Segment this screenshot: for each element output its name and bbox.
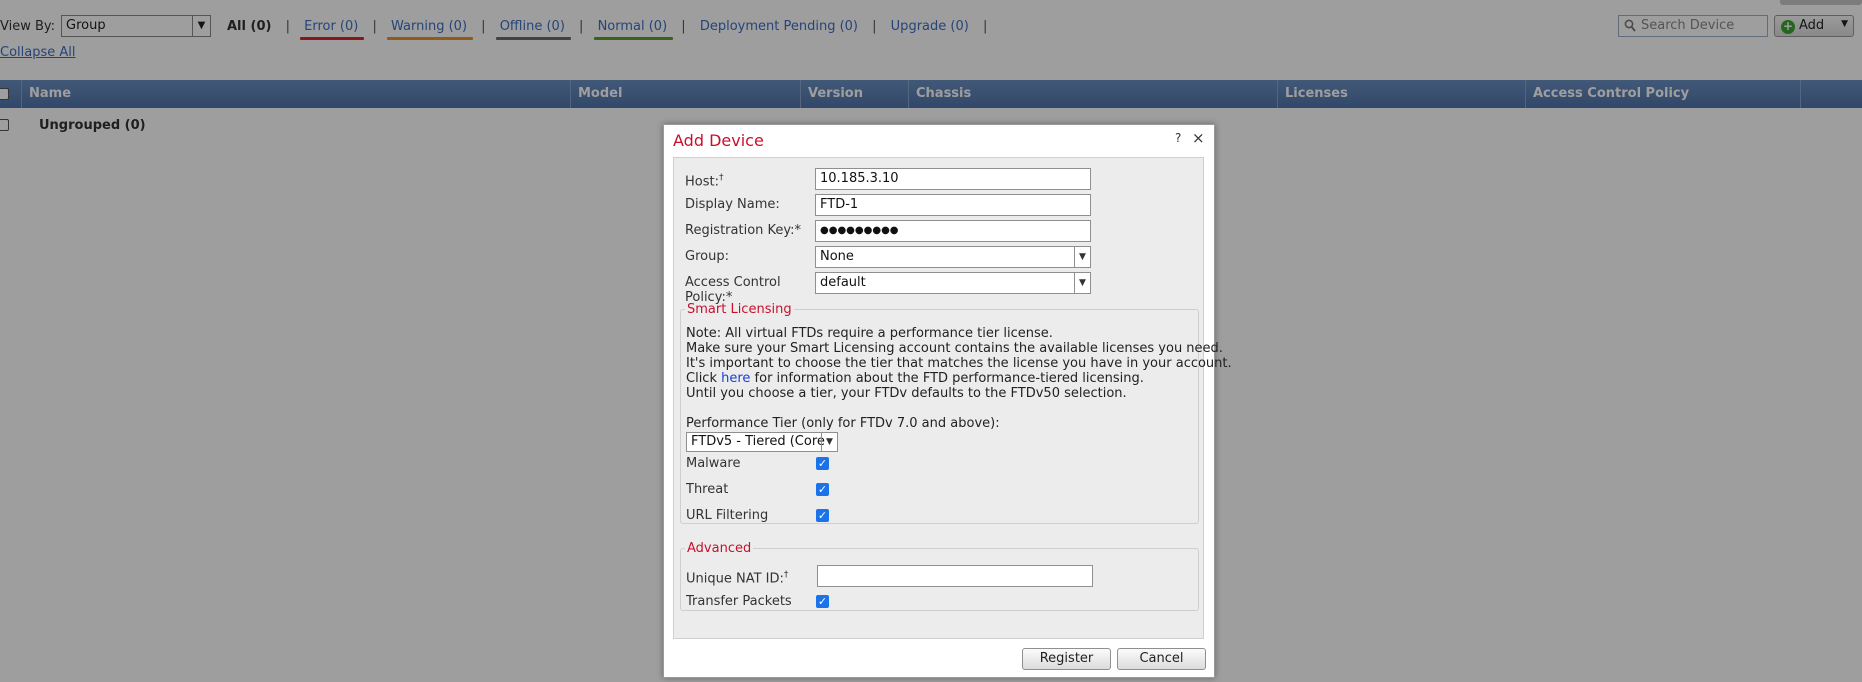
host-label-text: Host: bbox=[685, 174, 719, 190]
transfer-packets-label: Transfer Packets bbox=[686, 594, 792, 609]
register-button[interactable]: Register bbox=[1022, 648, 1111, 670]
malware-label: Malware bbox=[686, 456, 741, 471]
cancel-button[interactable]: Cancel bbox=[1117, 648, 1206, 670]
registration-key-label-text: Registration Key: bbox=[685, 223, 795, 238]
transfer-packets-checkbox[interactable]: ✓ bbox=[816, 595, 829, 608]
dialog-body: Host:† 10.185.3.10 Display Name: FTD-1 R… bbox=[673, 157, 1232, 639]
nat-required-mark: † bbox=[783, 570, 789, 580]
acp-select-value: default bbox=[820, 275, 866, 290]
unique-nat-id-input[interactable] bbox=[817, 565, 1093, 587]
close-icon[interactable]: × bbox=[1192, 129, 1205, 147]
host-label: Host:† bbox=[685, 171, 723, 189]
performance-tier-label: Performance Tier (only for FTDv 7.0 and … bbox=[686, 416, 1000, 431]
licensing-note-5: Until you choose a tier, your FTDv defau… bbox=[686, 386, 1127, 401]
host-input[interactable]: 10.185.3.10 bbox=[815, 168, 1091, 190]
smart-licensing-legend: Smart Licensing bbox=[687, 302, 792, 317]
url-filtering-checkbox[interactable]: ✓ bbox=[816, 509, 829, 522]
performance-tier-select[interactable]: FTDv5 - Tiered (Core ▼ bbox=[686, 432, 838, 452]
chevron-down-icon: ▼ bbox=[821, 433, 837, 451]
registration-key-input[interactable]: ●●●●●●●●● bbox=[815, 220, 1091, 242]
registration-key-value: ●●●●●●●●● bbox=[820, 225, 899, 236]
chevron-down-icon: ▼ bbox=[1074, 247, 1090, 267]
group-select-value: None bbox=[820, 249, 854, 264]
licensing-note-4-pre: Click bbox=[686, 371, 722, 386]
licensing-note-3: It's important to choose the tier that m… bbox=[686, 356, 1232, 371]
advanced-legend: Advanced bbox=[687, 541, 752, 556]
display-name-input[interactable]: FTD-1 bbox=[815, 194, 1091, 216]
threat-checkbox[interactable]: ✓ bbox=[816, 483, 829, 496]
url-filtering-label: URL Filtering bbox=[686, 508, 769, 523]
dialog-title: Add Device bbox=[673, 131, 764, 150]
group-select[interactable]: None ▼ bbox=[815, 246, 1091, 268]
licensing-info-link[interactable]: here bbox=[721, 371, 750, 386]
access-control-policy-select[interactable]: default ▼ bbox=[815, 272, 1091, 294]
acp-label-line-1: Access Control bbox=[685, 275, 781, 290]
acp-label: Access Control Policy:* bbox=[685, 275, 781, 305]
licensing-note-1: Note: All virtual FTDs require a perform… bbox=[686, 326, 1053, 341]
threat-label: Threat bbox=[686, 482, 729, 497]
licensing-note-4-post: for information about the FTD performanc… bbox=[750, 371, 1144, 386]
help-icon[interactable]: ? bbox=[1175, 131, 1181, 145]
registration-key-required-mark: * bbox=[794, 223, 802, 238]
display-name-value: FTD-1 bbox=[820, 197, 859, 212]
display-name-label: Display Name: bbox=[685, 197, 780, 212]
licensing-note-2: Make sure your Smart Licensing account c… bbox=[686, 341, 1223, 356]
performance-tier-value: FTDv5 - Tiered (Core bbox=[691, 434, 825, 449]
unique-nat-id-label: Unique NAT ID:† bbox=[686, 568, 788, 586]
group-field-label: Group: bbox=[685, 249, 729, 264]
host-required-mark: † bbox=[718, 173, 724, 183]
malware-checkbox[interactable]: ✓ bbox=[816, 457, 829, 470]
host-value: 10.185.3.10 bbox=[820, 171, 899, 186]
unique-nat-id-label-text: Unique NAT ID: bbox=[686, 571, 784, 587]
registration-key-label: Registration Key:* bbox=[685, 223, 801, 238]
licensing-note-4: Click here for information about the FTD… bbox=[686, 371, 1144, 386]
add-device-dialog: Add Device ? × Host:† 10.185.3.10 Displa… bbox=[663, 124, 1232, 678]
chevron-down-icon: ▼ bbox=[1074, 273, 1090, 293]
